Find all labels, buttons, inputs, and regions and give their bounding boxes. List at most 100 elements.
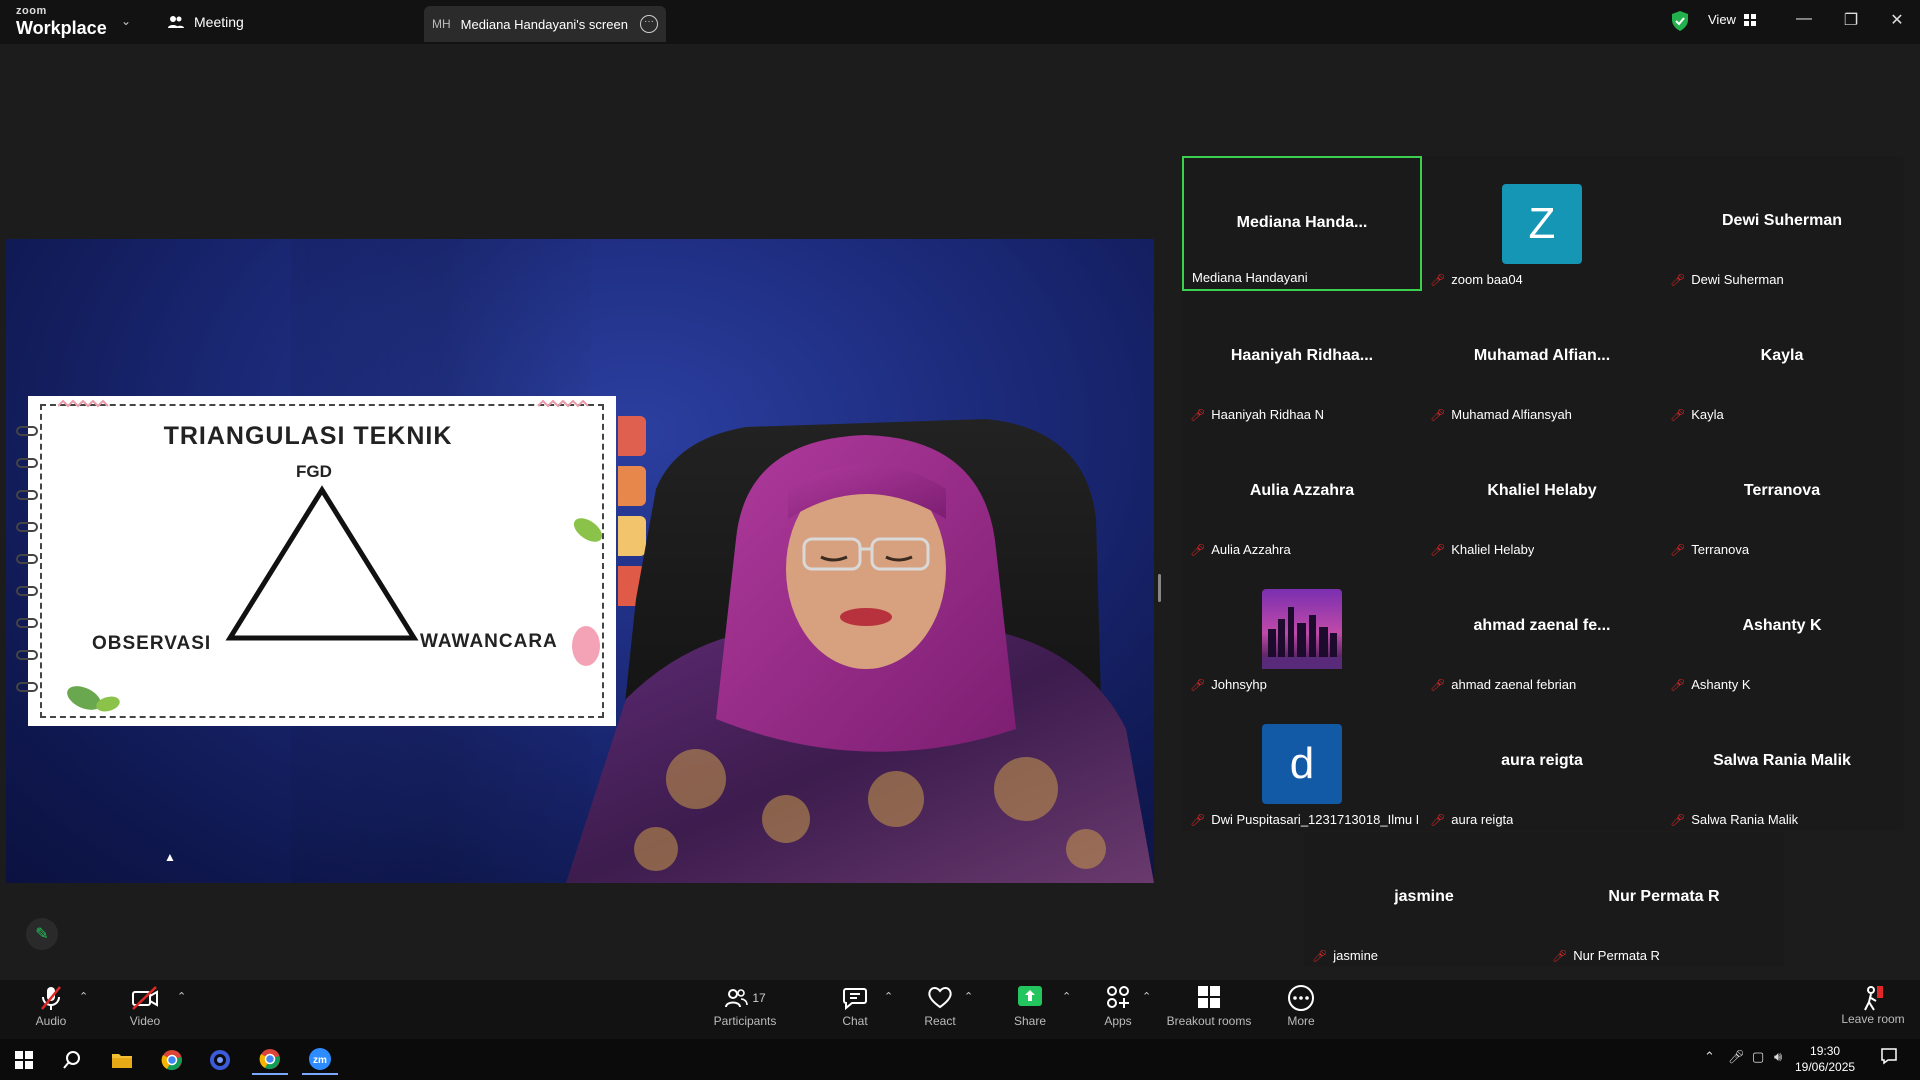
annotate-pencil-icon[interactable]: ✎ [26, 918, 58, 950]
chat-options-caret-icon[interactable]: ⌃ [884, 990, 893, 1003]
system-clock[interactable]: 19:30 19/06/2025 [1795, 1043, 1855, 1075]
participant-tile[interactable]: Muhamad Alfian... 🎤︎ Muhamad Alfiansyah [1422, 291, 1662, 426]
chat-button[interactable]: Chat [820, 984, 890, 1028]
restore-icon[interactable]: ❐ [1836, 10, 1866, 30]
share-screen-icon [1016, 984, 1044, 1012]
participant-name: 🎤︎ Johnsyhp [1190, 677, 1267, 692]
participant-tile[interactable]: Aulia Azzahra 🎤︎ Aulia Azzahra [1182, 426, 1422, 561]
tab-meeting[interactable]: Meeting [168, 8, 244, 36]
heart-icon [926, 984, 954, 1012]
slide-label-observasi: OBSERVASI [92, 633, 212, 654]
participant-tile[interactable]: d 🎤︎ Dwi Puspitasari_1231713018_Ilmu K... [1182, 696, 1422, 831]
windows-start-icon[interactable] [6, 1045, 42, 1075]
participant-display-name: Mediana Handa... [1236, 214, 1368, 231]
react-options-caret-icon[interactable]: ⌃ [964, 990, 973, 1003]
tray-chevron-icon[interactable]: ⌃ [1704, 1049, 1715, 1065]
avatar: Z [1502, 184, 1582, 264]
volume-icon[interactable]: 🔊︎ [1774, 1049, 1782, 1065]
zoom-app-icon[interactable]: zm [302, 1045, 338, 1075]
minimize-icon[interactable]: — [1789, 10, 1819, 28]
shield-check-icon[interactable] [1670, 10, 1690, 32]
participant-name-label: aura reigta [1451, 812, 1514, 827]
shared-screen[interactable]: TRIANGULASI TEKNIK FGD OBSERVASI WAWANCA… [6, 239, 1154, 883]
participant-tile[interactable]: Salwa Rania Malik 🎤︎ Salwa Rania Malik [1662, 696, 1902, 831]
slide-title: TRIANGULASI TEKNIK [163, 422, 453, 450]
close-icon[interactable]: ✕ [1882, 10, 1912, 30]
presentation-slide: TRIANGULASI TEKNIK FGD OBSERVASI WAWANCA… [16, 396, 616, 726]
notifications-icon[interactable] [1880, 1047, 1898, 1068]
search-icon[interactable] [54, 1045, 90, 1075]
participant-tile[interactable]: Terranova 🎤︎ Terranova [1662, 426, 1902, 561]
audio-options-caret-icon[interactable]: ⌃ [79, 990, 88, 1003]
participant-tile[interactable]: Z 🎤︎ zoom baa04 [1422, 156, 1662, 291]
mic-muted-icon: 🎤︎ [1670, 542, 1686, 557]
spiral-ring [16, 458, 38, 468]
more-button[interactable]: More [1266, 984, 1336, 1028]
spiral-ring [16, 522, 38, 532]
participant-name-label: Terranova [1691, 542, 1750, 557]
chevron-down-icon[interactable]: ⌄ [121, 14, 131, 28]
participant-name: 🎤︎ Terranova [1670, 542, 1749, 557]
mic-muted-icon: 🎤︎ [1190, 542, 1206, 557]
view-button[interactable]: View [1708, 12, 1756, 27]
participant-display-name: Dewi Suherman [1721, 212, 1843, 229]
participant-name: 🎤︎ Ashanty K [1670, 677, 1751, 692]
participant-tile[interactable]: Khaliel Helaby 🎤︎ Khaliel Helaby [1422, 426, 1662, 561]
participant-name-label: Haaniyah Ridhaa N [1211, 407, 1324, 422]
participant-tile[interactable]: aura reigta 🎤︎ aura reigta [1422, 696, 1662, 831]
mic-muted-icon: 🎤︎ [1190, 677, 1206, 692]
participant-name-label: Muhamad Alfiansyah [1451, 407, 1572, 422]
participant-name: 🎤︎ Aulia Azzahra [1190, 542, 1291, 557]
participant-tile[interactable]: ahmad zaenal fe... 🎤︎ ahmad zaenal febria… [1422, 561, 1662, 696]
microphone-icon[interactable]: 🎤︎ [1728, 1049, 1745, 1065]
participant-tile[interactable]: Nur Permata R 🎤︎ Nur Permata R [1544, 832, 1784, 967]
chrome-active-icon[interactable] [252, 1045, 288, 1075]
participant-display-name: Khaliel Helaby [1487, 482, 1597, 499]
mic-muted-icon: 🎤︎ [1312, 948, 1328, 963]
file-explorer-icon[interactable] [104, 1045, 140, 1075]
participant-name-label: Aulia Azzahra [1211, 542, 1291, 557]
participant-name-label: ahmad zaenal febrian [1451, 677, 1577, 692]
participant-tile[interactable]: Ashanty K 🎤︎ Ashanty K [1662, 561, 1902, 696]
participant-tile[interactable]: Mediana Handa... Mediana Handayani [1182, 156, 1422, 291]
video-options-caret-icon[interactable]: ⌃ [177, 990, 186, 1003]
participants-icon: 17 [724, 984, 766, 1012]
participant-name: 🎤︎ aura reigta [1430, 812, 1513, 827]
tab-shared-screen[interactable]: MH Mediana Handayani's screen ··· [424, 6, 666, 42]
browser-icon[interactable] [202, 1045, 238, 1075]
participant-name-label: Kayla [1691, 407, 1724, 422]
participant-name-label: zoom baa04 [1451, 272, 1523, 287]
leave-room-button[interactable]: Leave room [1832, 984, 1914, 1026]
video-button[interactable]: Video [110, 984, 180, 1028]
share-options-caret-icon[interactable]: ⌃ [1062, 990, 1071, 1003]
resize-handle[interactable] [1158, 574, 1161, 602]
network-icon[interactable]: ▢ [1752, 1049, 1764, 1065]
spiral-ring [16, 490, 38, 500]
participant-tile[interactable]: 🎤︎ Johnsyhp [1182, 561, 1422, 696]
participant-tile[interactable]: Haaniyah Ridhaa... 🎤︎ Haaniyah Ridhaa N [1182, 291, 1422, 426]
audio-button[interactable]: Audio [16, 984, 86, 1028]
participant-name: 🎤︎ jasmine [1312, 948, 1378, 963]
chrome-icon[interactable] [154, 1045, 190, 1075]
participants-button[interactable]: 17 Participants [710, 984, 780, 1028]
participant-display-name: aura reigta [1501, 752, 1583, 769]
apps-options-caret-icon[interactable]: ⌃ [1142, 990, 1151, 1003]
leave-room-icon [1860, 984, 1886, 1012]
participant-tile[interactable]: jasmine 🎤︎ jasmine [1304, 832, 1544, 967]
mic-muted-icon: 🎤︎ [1190, 812, 1206, 827]
breakout-rooms-label: Breakout rooms [1166, 1014, 1252, 1028]
windows-taskbar: zm ⌃ 🎤︎ ▢ 🔊︎ 19:30 19/06/2025 [0, 1039, 1920, 1080]
participant-display-name: Salwa Rania Malik [1713, 752, 1851, 769]
mic-muted-icon: 🎤︎ [1670, 272, 1686, 287]
spiral-ring [16, 650, 38, 660]
participant-name: 🎤︎ Dwi Puspitasari_1231713018_Ilmu K... [1190, 812, 1418, 827]
triangle-diagram [225, 485, 419, 641]
more-options-icon[interactable]: ··· [640, 15, 658, 33]
participant-display-name: Muhamad Alfian... [1473, 347, 1611, 364]
breakout-rooms-button[interactable]: Breakout rooms [1160, 984, 1258, 1028]
participant-display-name: Ashanty K [1742, 617, 1822, 634]
participant-tile[interactable]: Kayla 🎤︎ Kayla [1662, 291, 1902, 426]
share-button[interactable]: Share [995, 984, 1065, 1028]
participant-tile[interactable]: Dewi Suherman 🎤︎ Dewi Suherman [1662, 156, 1902, 291]
participant-name-label: Nur Permata R [1573, 948, 1660, 963]
